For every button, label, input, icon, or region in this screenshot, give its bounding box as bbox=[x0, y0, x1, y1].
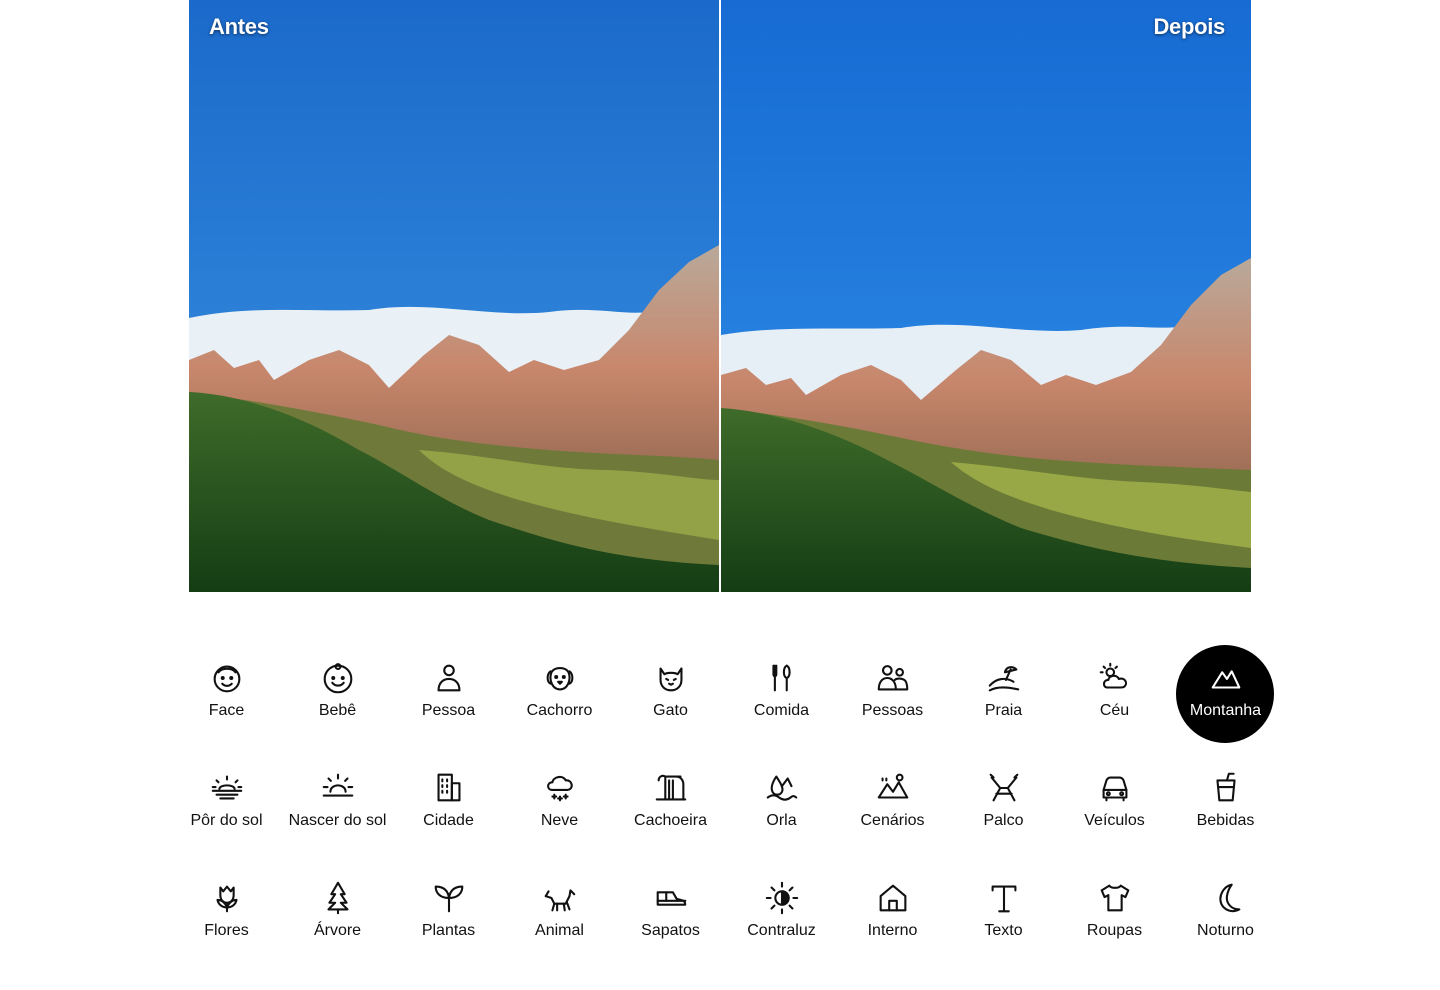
backlight-icon bbox=[762, 878, 802, 918]
scene-mode-flores[interactable]: Flores bbox=[171, 860, 282, 970]
snow-icon bbox=[540, 768, 580, 808]
scene-mode-neve[interactable]: Neve bbox=[504, 750, 615, 860]
scene-mode-label: Cidade bbox=[423, 812, 474, 829]
scene-mode-cidade[interactable]: Cidade bbox=[393, 750, 504, 860]
scene-mode-label: Orla bbox=[766, 812, 797, 829]
before-label: Antes bbox=[209, 14, 269, 39]
scene-mode-label: Bebê bbox=[318, 702, 357, 719]
scene-mode-label: Face bbox=[208, 702, 245, 719]
beach-icon bbox=[984, 658, 1024, 698]
shoe-icon bbox=[651, 878, 691, 918]
scene-mode-plantas[interactable]: Plantas bbox=[393, 860, 504, 970]
scene-mode-texto[interactable]: Texto bbox=[948, 860, 1059, 970]
scene-mode-bebidas[interactable]: Bebidas bbox=[1170, 750, 1281, 860]
tree-icon bbox=[318, 878, 358, 918]
scene-mode-face[interactable]: Face bbox=[171, 640, 282, 750]
flower-icon bbox=[207, 878, 247, 918]
mountain-icon bbox=[1206, 658, 1246, 698]
scene-mode-label: Neve bbox=[540, 812, 579, 829]
cat-icon bbox=[651, 658, 691, 698]
sky-icon bbox=[1095, 658, 1135, 698]
animal-icon bbox=[540, 878, 580, 918]
scene-mode-noturno[interactable]: Noturno bbox=[1170, 860, 1281, 970]
scene-mode-label: Palco bbox=[983, 812, 1024, 829]
waterfall-icon bbox=[651, 768, 691, 808]
scene-mode-praia[interactable]: Praia bbox=[948, 640, 1059, 750]
scene-optimizer-grid: Face Bebê Pessoa Cachorro Gato Comida Pessoas P… bbox=[171, 640, 1281, 970]
after-photo: Depois bbox=[721, 0, 1251, 592]
scene-mode-cachorro[interactable]: Cachorro bbox=[504, 640, 615, 750]
scene-mode-pessoas[interactable]: Pessoas bbox=[837, 640, 948, 750]
drink-icon bbox=[1206, 768, 1246, 808]
sunset-icon bbox=[207, 768, 247, 808]
text-icon bbox=[984, 878, 1024, 918]
scene-mode-label: Praia bbox=[984, 702, 1023, 719]
scene-mode-label: Roupas bbox=[1086, 922, 1143, 939]
scene-mode-label: Bebidas bbox=[1196, 812, 1255, 829]
stage-icon bbox=[984, 768, 1024, 808]
scene-mode-label: Céu bbox=[1099, 702, 1130, 719]
plant-icon bbox=[429, 878, 469, 918]
scene-mode-label: Plantas bbox=[421, 922, 476, 939]
scene-mode-cenarios[interactable]: Cenários bbox=[837, 750, 948, 860]
scene-mode-arvore[interactable]: Árvore bbox=[282, 860, 393, 970]
scene-mode-label: Pessoa bbox=[421, 702, 476, 719]
scene-mode-sapatos[interactable]: Sapatos bbox=[615, 860, 726, 970]
scene-mode-bebe[interactable]: Bebê bbox=[282, 640, 393, 750]
scene-mode-label: Texto bbox=[984, 922, 1023, 939]
scene-mode-label: Cachorro bbox=[526, 702, 593, 719]
after-label: Depois bbox=[1153, 14, 1225, 39]
sunrise-icon bbox=[318, 768, 358, 808]
scene-mode-label: Cenários bbox=[860, 812, 925, 829]
scene-mode-comida[interactable]: Comida bbox=[726, 640, 837, 750]
night-icon bbox=[1206, 878, 1246, 918]
scene-mode-label: Gato bbox=[653, 702, 688, 719]
scene-mode-pessoa[interactable]: Pessoa bbox=[393, 640, 504, 750]
baby-icon bbox=[318, 658, 358, 698]
scene-mode-label: Árvore bbox=[313, 922, 362, 939]
scene-mode-contraluz[interactable]: Contraluz bbox=[726, 860, 837, 970]
dog-face-icon bbox=[540, 658, 580, 698]
before-photo: Antes bbox=[189, 0, 719, 592]
waterside-icon bbox=[762, 768, 802, 808]
city-icon bbox=[429, 768, 469, 808]
scene-mode-interno[interactable]: Interno bbox=[837, 860, 948, 970]
indoor-icon bbox=[873, 878, 913, 918]
scene-mode-label: Pôr do sol bbox=[190, 812, 263, 829]
scene-mode-veiculos[interactable]: Veículos bbox=[1059, 750, 1170, 860]
scene-mode-label: Animal bbox=[535, 922, 584, 939]
scene-mode-label: Contraluz bbox=[747, 922, 816, 939]
scene-mode-label: Pessoas bbox=[861, 702, 924, 719]
face-icon bbox=[207, 658, 247, 698]
scene-mode-label: Flores bbox=[204, 922, 249, 939]
vehicle-icon bbox=[1095, 768, 1135, 808]
scene-mode-label: Cachoeira bbox=[634, 812, 707, 829]
clothing-icon bbox=[1095, 878, 1135, 918]
scene-mode-label: Sapatos bbox=[641, 922, 700, 939]
scene-mode-roupas[interactable]: Roupas bbox=[1059, 860, 1170, 970]
scene-mode-gato[interactable]: Gato bbox=[615, 640, 726, 750]
scene-mode-palco[interactable]: Palco bbox=[948, 750, 1059, 860]
food-icon bbox=[762, 658, 802, 698]
mountain-photo-before bbox=[189, 0, 719, 592]
scene-mode-label: Nascer do sol bbox=[288, 812, 387, 829]
scene-mode-animal[interactable]: Animal bbox=[504, 860, 615, 970]
scene-mode-nascer-do-sol[interactable]: Nascer do sol bbox=[282, 750, 393, 860]
person-icon bbox=[429, 658, 469, 698]
scene-mode-montanha[interactable]: Montanha bbox=[1170, 640, 1281, 750]
scene-mode-orla[interactable]: Orla bbox=[726, 750, 837, 860]
scene-mode-cachoeira[interactable]: Cachoeira bbox=[615, 750, 726, 860]
scene-mode-por-do-sol[interactable]: Pôr do sol bbox=[171, 750, 282, 860]
people-icon bbox=[873, 658, 913, 698]
scenery-icon bbox=[873, 768, 913, 808]
scene-mode-label: Montanha bbox=[1189, 702, 1262, 719]
scene-mode-label: Interno bbox=[867, 922, 918, 939]
mountain-photo-after bbox=[721, 0, 1251, 592]
scene-mode-label: Veículos bbox=[1084, 812, 1145, 829]
scene-mode-label: Noturno bbox=[1197, 922, 1254, 939]
scene-mode-ceu[interactable]: Céu bbox=[1059, 640, 1170, 750]
scene-mode-label: Comida bbox=[753, 702, 810, 719]
